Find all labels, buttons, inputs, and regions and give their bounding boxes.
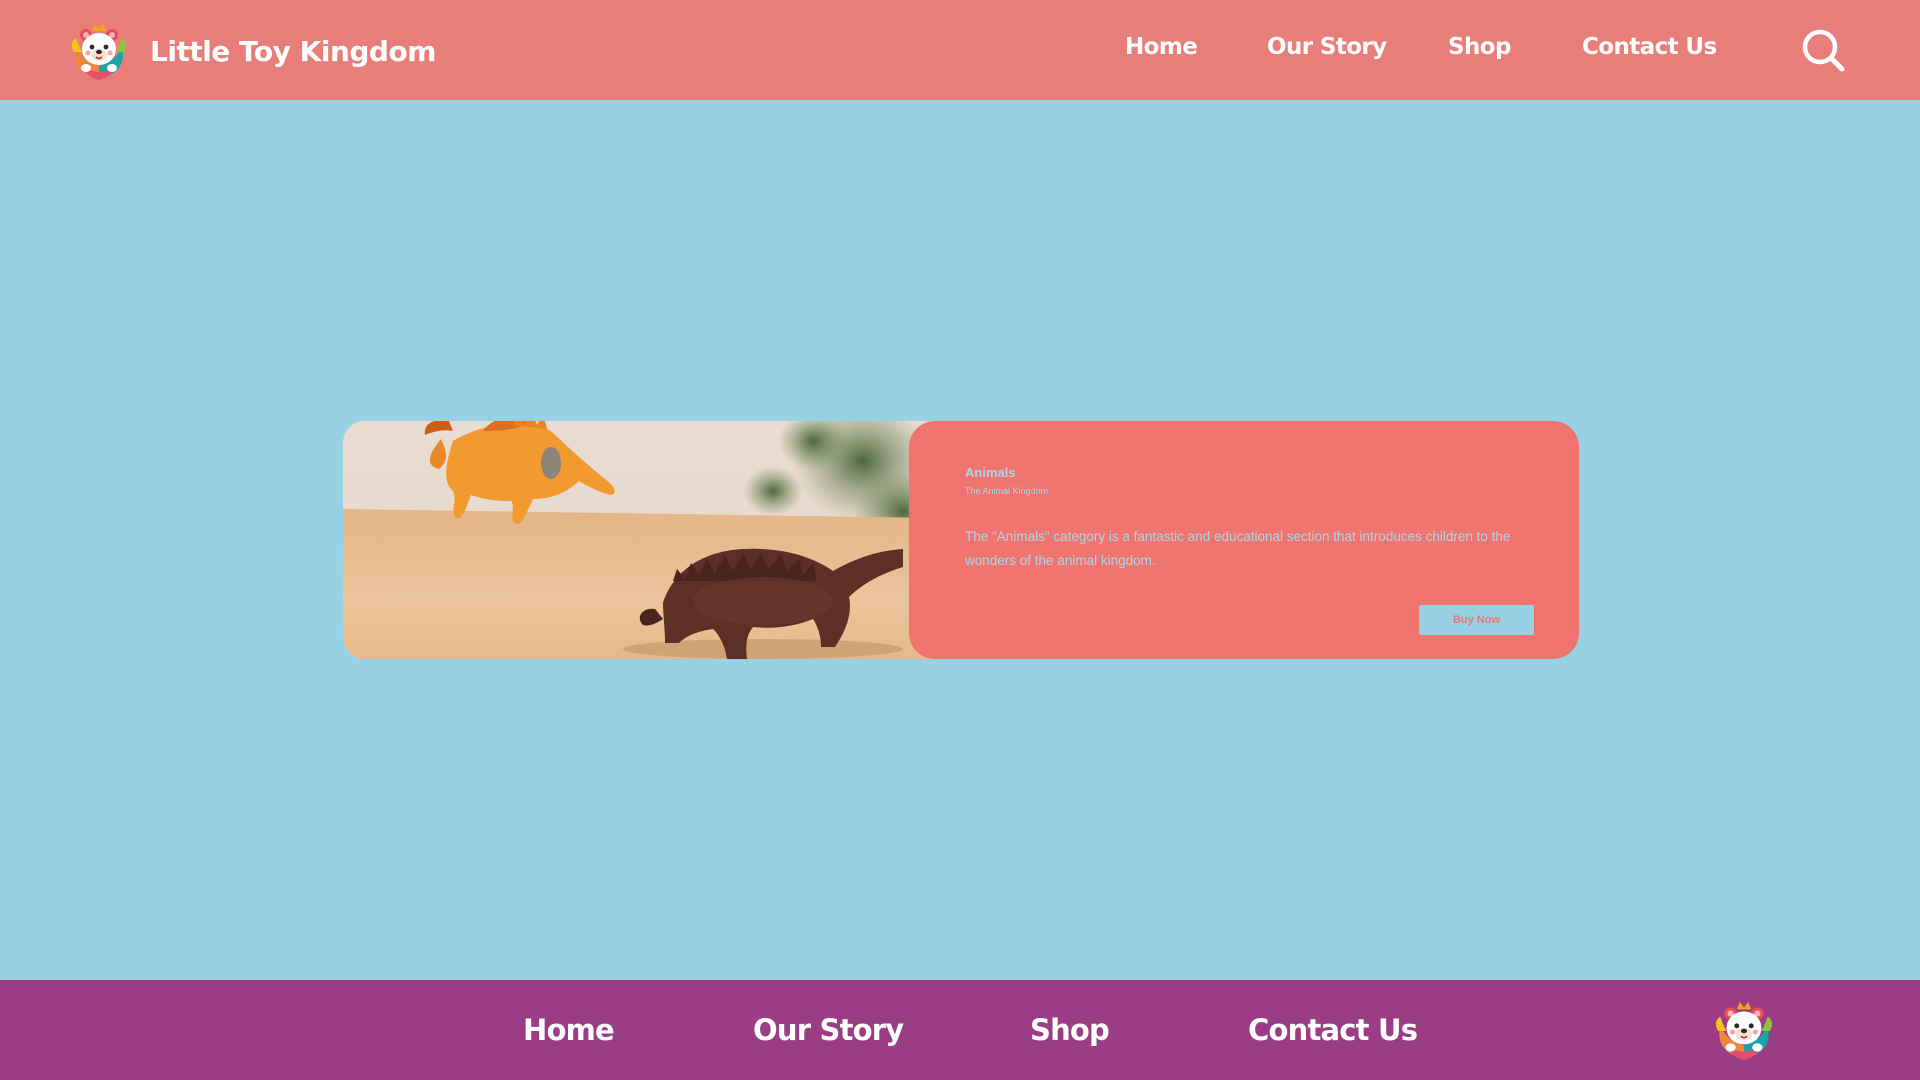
category-title: Animals [965, 465, 1016, 480]
site-header: Little Toy Kingdom Home Our Story Shop C… [0, 0, 1920, 100]
nav-link-shop[interactable]: Shop [1448, 34, 1511, 60]
search-button[interactable] [1800, 27, 1846, 73]
footer-link-home[interactable]: Home [523, 1013, 615, 1047]
footer-link-contact-us[interactable]: Contact Us [1248, 1013, 1418, 1047]
footer-link-our-story[interactable]: Our Story [753, 1013, 904, 1047]
header-nav: Home Our Story Shop Contact Us [0, 0, 1920, 100]
search-icon [1802, 29, 1845, 72]
teddy-bear-logo-icon [1710, 996, 1778, 1064]
category-card: Animals The Animal Kingdom The "Animals"… [343, 421, 1579, 659]
nav-link-contact-us[interactable]: Contact Us [1582, 34, 1717, 60]
category-subtitle: The Animal Kingdom [965, 486, 1049, 496]
nav-link-our-story[interactable]: Our Story [1267, 34, 1387, 60]
buy-now-button[interactable]: Buy Now [1419, 605, 1534, 635]
category-info-panel: Animals The Animal Kingdom The "Animals"… [909, 421, 1579, 659]
nav-link-home[interactable]: Home [1125, 34, 1198, 60]
category-description: The "Animals" category is a fantastic an… [965, 529, 1511, 568]
toy-dinosaurs-image [343, 421, 1003, 659]
site-footer: Home Our Story Shop Contact Us [0, 980, 1920, 1080]
footer-link-shop[interactable]: Shop [1030, 1013, 1110, 1047]
